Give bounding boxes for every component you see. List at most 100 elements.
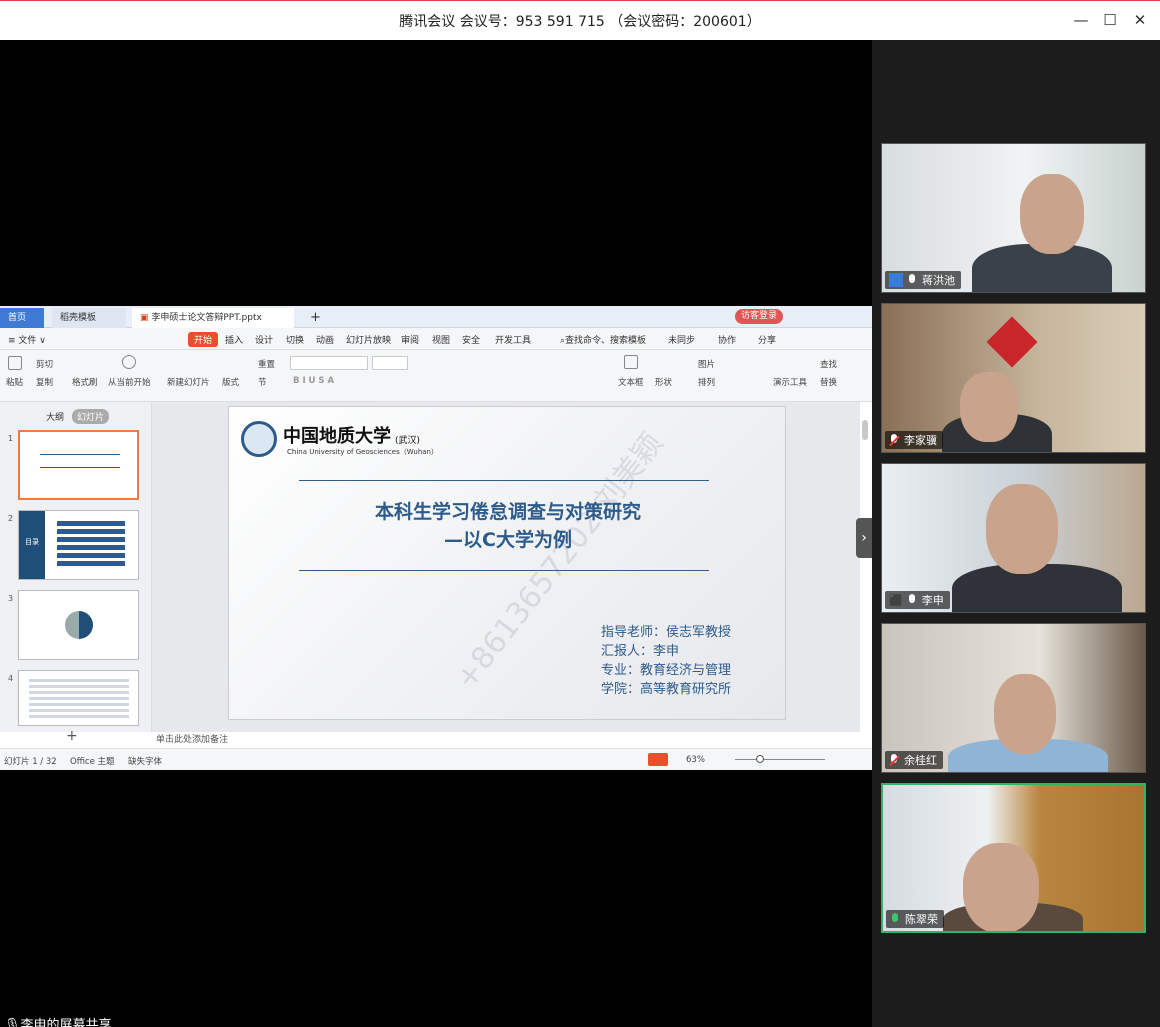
participant-tile[interactable]: 余桂红 — [881, 623, 1146, 773]
participant-tile[interactable]: ⬛ 李申 — [881, 463, 1146, 613]
share-mic-icon: 🎙 — [4, 1018, 21, 1027]
slide-thumbnail[interactable]: 目录 — [18, 510, 139, 580]
thumb-number: 1 — [8, 434, 14, 443]
theme-name: Office 主题 — [70, 757, 115, 767]
notes-area[interactable]: 单击此处添加备注 — [152, 732, 860, 746]
menu-review[interactable]: 审阅 — [401, 333, 419, 346]
textbox-icon — [624, 355, 638, 369]
slide-thumbnail[interactable] — [18, 590, 139, 660]
search-command-label: 查找命令、搜索模板 — [565, 336, 647, 346]
share-button[interactable]: 分享 — [758, 333, 776, 346]
outline-tab[interactable]: 大纲 — [46, 410, 64, 423]
play-from-current-button[interactable]: 从当前开始 — [108, 376, 151, 388]
menu-security[interactable]: 安全 — [462, 333, 480, 346]
participant-tile[interactable]: 蒋洪池 — [881, 143, 1146, 293]
cut-button[interactable]: 剪切 — [36, 358, 53, 370]
screen-share-label: 🎙李申的屏幕共享 — [4, 1014, 112, 1027]
section-button[interactable]: 节 — [258, 376, 267, 388]
menu-file[interactable]: ≡ 文件 ∨ — [8, 333, 46, 346]
slides-tab[interactable]: 幻灯片 — [72, 409, 110, 424]
slide-thumbnail-panel: 大纲 幻灯片 1 2 目录 3 4 + — [0, 402, 152, 744]
thumb-toc-label: 目录 — [19, 511, 45, 579]
thumb-text-lines — [29, 679, 129, 721]
participant-label: 蒋洪池 — [885, 271, 961, 289]
fu-decoration — [986, 316, 1038, 368]
replace-button[interactable]: 替换 — [820, 376, 837, 388]
close-button[interactable]: ✕ — [1129, 9, 1151, 31]
slide-thumbnail[interactable] — [18, 430, 139, 500]
tab-document[interactable]: ▣ 李申硕士论文答辩PPT.pptx — [132, 308, 294, 328]
bold-italic-underline-group[interactable]: B I U S A — [293, 376, 334, 386]
menu-animation[interactable]: 动画 — [316, 333, 334, 346]
microphone-speaking-icon — [890, 912, 900, 926]
format-painter-button[interactable]: 格式刷 — [72, 376, 98, 388]
tab-home[interactable]: 首页 — [0, 308, 44, 328]
zoom-slider-thumb[interactable] — [756, 755, 764, 763]
slide-canvas[interactable]: 中国地质大学 (武汉) China University of Geoscien… — [152, 402, 868, 732]
minimize-button[interactable]: — — [1070, 9, 1092, 31]
university-name-en: China University of Geosciences（Wuhan） — [287, 448, 438, 456]
collapse-sidebar-button[interactable]: › — [856, 518, 872, 558]
thumb-number: 4 — [8, 674, 14, 683]
participant-face — [986, 484, 1058, 574]
info-presenter: 汇报人：李申 — [601, 644, 680, 659]
participant-tile[interactable]: 陈翠荣 — [881, 783, 1146, 933]
participant-label: ⬛ 李申 — [885, 591, 950, 609]
reset-button[interactable]: 重置 — [258, 358, 275, 370]
copy-button[interactable]: 复制 — [36, 376, 53, 388]
participant-name: 蒋洪池 — [922, 274, 955, 287]
font-name-select[interactable] — [290, 356, 368, 370]
maximize-button[interactable]: ☐ — [1099, 9, 1121, 31]
layout-button[interactable]: 版式 — [222, 376, 239, 388]
missing-font-button[interactable]: 缺失字体 — [128, 755, 162, 767]
university-suffix: (武汉) — [395, 436, 421, 446]
info-college: 学院：高等教育研究所 — [601, 682, 732, 697]
menu-design[interactable]: 设计 — [255, 333, 273, 346]
menu-insert[interactable]: 插入 — [225, 333, 243, 346]
slide-counter: 幻灯片 1 / 32 — [4, 757, 57, 767]
slide-thumbnail[interactable] — [18, 670, 139, 726]
guest-login-button[interactable]: 访客登录 — [735, 309, 784, 324]
document-tab-bar: 首页 稻壳模板 ▣ 李申硕士论文答辩PPT.pptx + 访客登录 — [0, 306, 872, 328]
menu-developer[interactable]: 开发工具 — [495, 333, 531, 346]
tab-template[interactable]: 稻壳模板 — [52, 308, 126, 328]
shape-button[interactable]: 形状 — [655, 376, 672, 388]
arrange-button[interactable]: 排列 — [698, 376, 715, 388]
university-logo — [241, 421, 277, 457]
shared-presentation-window[interactable]: 首页 稻壳模板 ▣ 李申硕士论文答辩PPT.pptx + 访客登录 ≡ 文件 ∨… — [0, 306, 872, 770]
menu-slideshow[interactable]: 幻灯片放映 — [346, 333, 391, 346]
presentation-tools-button[interactable]: 演示工具 — [773, 376, 807, 388]
current-slide[interactable]: 中国地质大学 (武汉) China University of Geoscien… — [228, 406, 786, 720]
participant-name: 余桂红 — [904, 754, 937, 767]
menu-transition[interactable]: 切换 — [286, 333, 304, 346]
menu-view[interactable]: 视图 — [432, 333, 450, 346]
font-size-select[interactable] — [372, 356, 408, 370]
status-bar: 幻灯片 1 / 32 Office 主题 缺失字体 63% — [0, 748, 872, 770]
sync-status[interactable]: 未同步 — [668, 333, 695, 346]
thumb-title-band — [40, 454, 120, 468]
paste-button[interactable]: 粘贴 — [6, 376, 23, 388]
participant-sidebar: 蒋洪池 李家骥 ⬛ 李申 余桂红 陈翠荣 — [872, 40, 1160, 1027]
collab-button[interactable]: 协作 — [718, 333, 736, 346]
textbox-button[interactable]: 文本框 — [618, 376, 644, 388]
title-bar: 腾讯会议 会议号：953 591 715 （会议密码：200601） — ☐ ✕ — [0, 0, 1160, 40]
title-divider-top — [299, 480, 709, 481]
participant-name: 陈翠荣 — [905, 913, 938, 926]
image-button[interactable]: 图片 — [698, 358, 715, 370]
search-command-input[interactable]: ⌕查找命令、搜索模板 — [560, 333, 646, 346]
new-slide-button[interactable]: 新建幻灯片 — [167, 376, 210, 388]
find-button[interactable]: 查找 — [820, 358, 837, 370]
add-slide-icon[interactable]: + — [66, 728, 78, 744]
participant-tile[interactable]: 李家骥 — [881, 303, 1146, 453]
zoom-slider[interactable] — [735, 759, 825, 760]
new-tab-button[interactable]: + — [302, 308, 329, 328]
mic-muted-icon — [889, 753, 899, 767]
info-major: 专业：教育经济与管理 — [601, 663, 732, 678]
slideshow-play-button[interactable] — [648, 753, 668, 766]
screen-share-text: 李申的屏幕共享 — [20, 1018, 112, 1027]
notes-placeholder: 单击此处添加备注 — [156, 735, 229, 745]
participant-face — [994, 674, 1056, 754]
meeting-title: 腾讯会议 会议号：953 591 715 （会议密码：200601） — [399, 14, 761, 30]
menu-start[interactable]: 开始 — [188, 332, 219, 347]
canvas-scrollbar[interactable] — [862, 420, 868, 440]
